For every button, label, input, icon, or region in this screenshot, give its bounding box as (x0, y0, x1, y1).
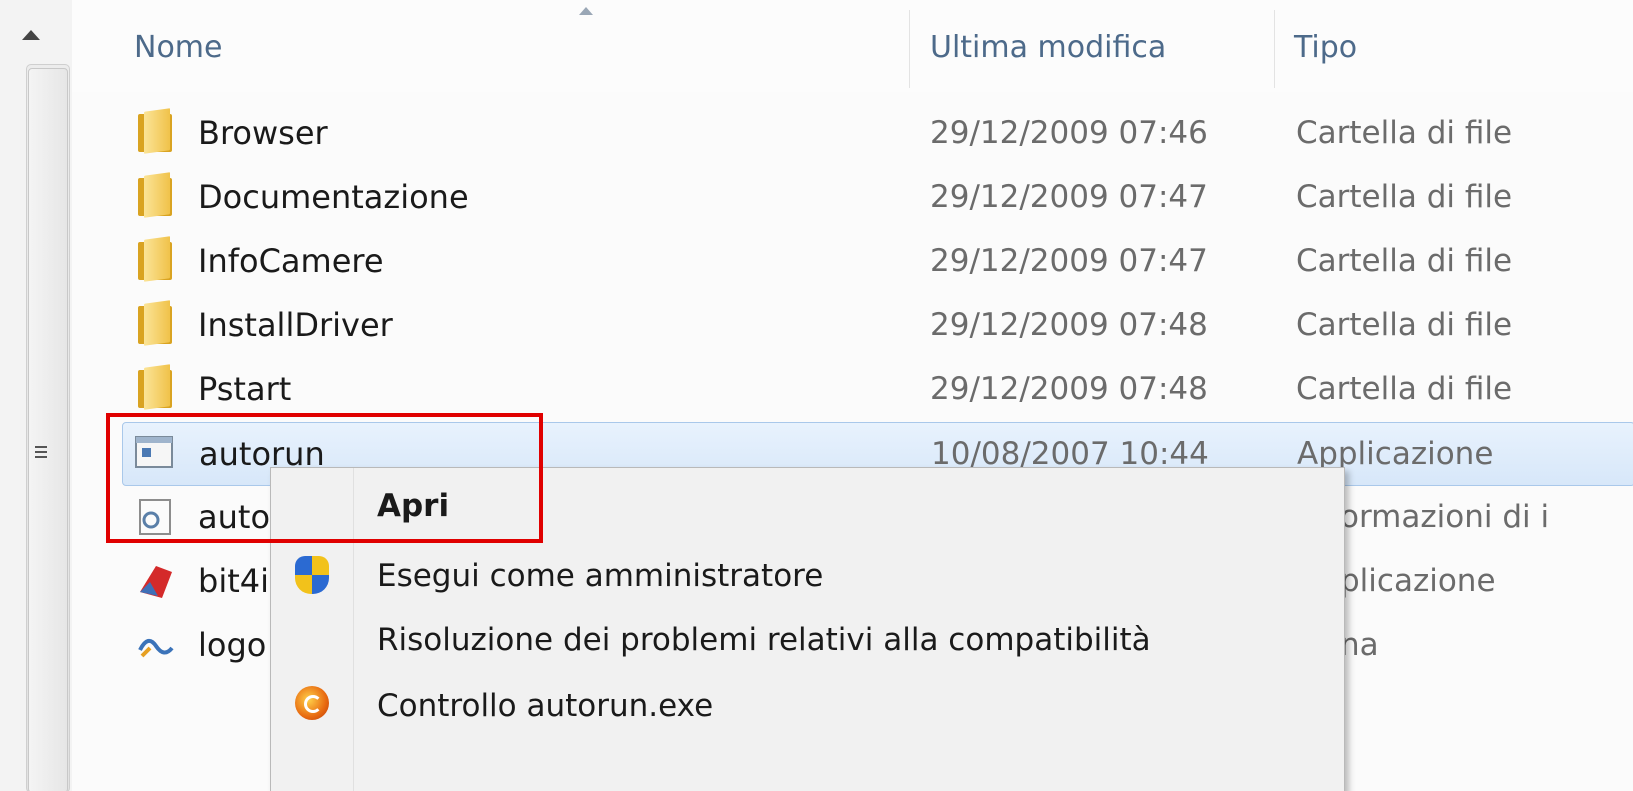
antivirus-icon (295, 686, 335, 726)
file-type: na (1340, 627, 1379, 663)
menu-item-compatibility[interactable]: Risoluzione dei problemi relativi alla c… (271, 608, 1344, 672)
menu-item-label: Controllo autorun.exe (377, 688, 714, 724)
bit4id-app-icon (140, 566, 172, 598)
file-date: 29/12/2009 07:47 (930, 243, 1208, 279)
menu-item-label: Esegui come amministratore (377, 558, 824, 594)
vertical-scrollbar[interactable] (0, 0, 72, 791)
file-date: 29/12/2009 07:46 (930, 115, 1208, 151)
column-type[interactable]: Tipo (1294, 30, 1357, 65)
folder-icon (136, 172, 174, 218)
file-name: Pstart (198, 370, 292, 408)
folder-icon (136, 236, 174, 282)
explorer-window: Nome Ultima modifica Tipo Browser 29/12/… (0, 0, 1633, 791)
folder-icon (136, 300, 174, 346)
file-row[interactable]: Documentazione 29/12/2009 07:47 Cartella… (122, 166, 1633, 228)
file-name: bit4i (198, 562, 269, 600)
file-name: InstallDriver (198, 306, 393, 344)
file-date: 29/12/2009 07:47 (930, 179, 1208, 215)
file-type: Cartella di file (1296, 115, 1513, 151)
sort-ascending-icon (579, 7, 593, 15)
folder-icon (136, 364, 174, 410)
highlight-box (106, 413, 543, 543)
file-name: logo (198, 626, 267, 664)
file-row[interactable]: Pstart 29/12/2009 07:48 Cartella di file (122, 358, 1633, 420)
file-name: Documentazione (198, 178, 469, 216)
file-date: 29/12/2009 07:48 (930, 371, 1208, 407)
folder-icon (136, 108, 174, 154)
scroll-up-arrow-icon[interactable] (22, 30, 40, 40)
file-name: InfoCamere (198, 242, 384, 280)
file-type: Cartella di file (1296, 243, 1513, 279)
file-name: Browser (198, 114, 328, 152)
column-name[interactable]: Nome (134, 30, 222, 65)
menu-item-scan[interactable]: Controllo autorun.exe (271, 674, 1344, 738)
scroll-thumb[interactable] (28, 68, 68, 791)
file-type: Cartella di file (1296, 371, 1513, 407)
scroll-grip-icon (35, 446, 47, 458)
file-type: plicazione (1340, 563, 1496, 599)
uac-shield-icon (295, 556, 335, 596)
file-row[interactable]: InfoCamere 29/12/2009 07:47 Cartella di … (122, 230, 1633, 292)
column-divider[interactable] (1274, 10, 1275, 88)
column-modified[interactable]: Ultima modifica (930, 30, 1166, 65)
image-file-icon (138, 638, 174, 658)
file-date: 29/12/2009 07:48 (930, 307, 1208, 343)
menu-item-label: Risoluzione dei problemi relativi alla c… (377, 622, 1151, 658)
file-type: Cartella di file (1296, 179, 1513, 215)
file-type: ormazioni di i (1340, 499, 1550, 535)
file-row[interactable]: Browser 29/12/2009 07:46 Cartella di fil… (122, 102, 1633, 164)
menu-item-run-as-admin[interactable]: Esegui come amministratore (271, 544, 1344, 608)
column-header: Nome Ultima modifica Tipo (72, 0, 1633, 92)
file-type: Cartella di file (1296, 307, 1513, 343)
file-row[interactable]: InstallDriver 29/12/2009 07:48 Cartella … (122, 294, 1633, 356)
column-divider[interactable] (909, 10, 910, 88)
